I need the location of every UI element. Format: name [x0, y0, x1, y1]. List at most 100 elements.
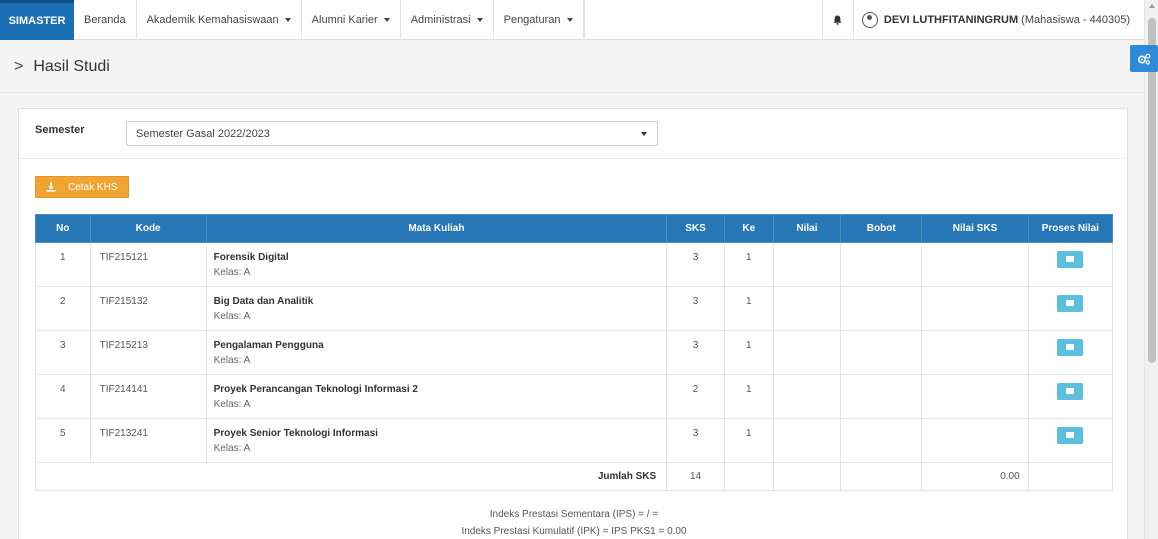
chevron-right-icon: >	[14, 57, 24, 75]
nav-item-pengaturan[interactable]: Pengaturan	[494, 0, 584, 40]
caret-down-icon	[284, 17, 291, 22]
vertical-scrollbar[interactable]	[1144, 0, 1158, 539]
cell-kode: TIF213241	[89, 418, 207, 463]
hasil-studi-card: Semester Semester Gasal 2022/2023 Cetak …	[18, 108, 1128, 539]
cell-no: 2	[35, 286, 91, 331]
column-header-nilai: Nilai	[772, 214, 842, 243]
caret-down-icon	[476, 17, 483, 22]
scroll-up-icon[interactable]	[1149, 4, 1155, 8]
bell-icon[interactable]	[821, 0, 854, 40]
download-icon	[46, 182, 56, 192]
proses-nilai-button[interactable]	[1057, 295, 1084, 312]
total-sks-label: Jumlah SKS	[34, 462, 668, 491]
cell-ke: 1	[723, 418, 774, 463]
avatar-icon	[861, 11, 878, 28]
table-header-row: No Kode Mata Kuliah SKS Ke Nilai Bobot N…	[35, 214, 1114, 243]
cell-nilai	[772, 418, 842, 463]
ipk-summary: Indeks Prestasi Kumulatif (IPK) = IPS PK…	[461, 526, 687, 537]
brand-logo[interactable]: SIMASTER	[0, 0, 74, 40]
cell-bobot	[840, 286, 923, 331]
nav-item-akademik-kemahasiswaan[interactable]: Akademik Kemahasiswaan	[137, 0, 302, 40]
cell-ke: 1	[723, 330, 774, 375]
cell-nilai	[772, 286, 842, 331]
column-header-mata-kuliah: Mata Kuliah	[205, 214, 668, 243]
cell-mata-kuliah: Proyek Perancangan Teknologi Informasi 2…	[205, 374, 668, 419]
column-header-ke: Ke	[723, 214, 774, 243]
cell-nilai	[772, 330, 842, 375]
cetak-khs-label: Cetak KHS	[68, 181, 118, 193]
cell-bobot	[840, 374, 923, 419]
cell-nilai-sks	[921, 242, 1029, 287]
course-name: Forensik Digital	[213, 252, 289, 263]
nav-spacer	[583, 0, 822, 40]
course-class: Kelas: A	[213, 399, 251, 410]
cell-nilai-sks	[921, 374, 1029, 419]
cell-mata-kuliah: Forensik Digital Kelas: A	[205, 242, 668, 287]
course-class: Kelas: A	[213, 355, 251, 366]
cell-no: 5	[35, 418, 91, 463]
cell-no: 3	[35, 330, 91, 375]
user-menu[interactable]: DEVI LUTHFITANINGRUM (Mahasiswa - 440305…	[854, 11, 1144, 28]
proses-nilai-button[interactable]	[1057, 339, 1084, 356]
nav-item-label: Alumni Karier	[311, 13, 378, 26]
semester-select-value: Semester Gasal 2022/2023	[136, 127, 270, 140]
nav-item-alumni-karier[interactable]: Alumni Karier	[302, 0, 401, 40]
nav-item-administrasi[interactable]: Administrasi	[401, 0, 494, 40]
hasil-studi-table: No Kode Mata Kuliah SKS Ke Nilai Bobot N…	[34, 214, 1114, 491]
cell-sks: 3	[666, 242, 725, 287]
cell-ke: 1	[723, 374, 774, 419]
cell-ke: 1	[723, 242, 774, 287]
course-name: Proyek Perancangan Teknologi Informasi 2	[213, 384, 418, 395]
cell-kode: TIF214141	[89, 374, 207, 419]
total-nilai-sks-value: 0.00	[921, 462, 1029, 491]
cell-kode: TIF215213	[89, 330, 207, 375]
nav-item-label: Pengaturan	[503, 13, 561, 26]
cell-nilai-sks	[921, 418, 1029, 463]
cell-nilai-sks	[921, 330, 1029, 375]
column-header-kode: Kode	[89, 214, 207, 243]
column-header-proses-nilai: Proses Nilai	[1027, 214, 1114, 243]
cell-proses-nilai	[1027, 374, 1114, 419]
cell-nilai-sks	[921, 286, 1029, 331]
nav-item-label: Akademik Kemahasiswaan	[146, 13, 279, 26]
cell-no: 1	[35, 242, 91, 287]
cell-kode: TIF215132	[89, 286, 207, 331]
proses-nilai-button[interactable]	[1057, 383, 1084, 400]
cetak-khs-button[interactable]: Cetak KHS	[35, 176, 129, 198]
settings-gear-button[interactable]	[1130, 45, 1158, 72]
cell-sks: 3	[666, 330, 725, 375]
column-header-bobot: Bobot	[840, 214, 923, 243]
cell-proses-nilai	[1027, 330, 1114, 375]
semester-select[interactable]: Semester Gasal 2022/2023	[126, 121, 658, 146]
table-total-row: Jumlah SKS 14 0.00	[34, 462, 1114, 491]
proses-nilai-button[interactable]	[1057, 251, 1084, 268]
cell-nilai	[772, 374, 842, 419]
semester-label: Semester	[35, 123, 85, 136]
course-name: Proyek Senior Teknologi Informasi	[213, 428, 378, 439]
cell-sks: 3	[666, 418, 725, 463]
cell-bobot	[840, 418, 923, 463]
nav-item-beranda[interactable]: Beranda	[74, 0, 137, 40]
nav-right: DEVI LUTHFITANINGRUM (Mahasiswa - 440305…	[821, 0, 1144, 40]
caret-down-icon	[641, 132, 647, 136]
cell-no: 4	[35, 374, 91, 419]
table-row: 4 TIF214141 Proyek Perancangan Teknologi…	[35, 374, 1114, 419]
ips-summary: Indeks Prestasi Sementara (IPS) = / =	[489, 509, 659, 520]
total-empty-ke	[723, 462, 774, 491]
cell-proses-nilai	[1027, 286, 1114, 331]
column-header-sks: SKS	[666, 214, 725, 243]
column-header-nilai-sks: Nilai SKS	[921, 214, 1029, 243]
cell-kode: TIF215121	[89, 242, 207, 287]
cell-sks: 2	[666, 374, 725, 419]
course-name: Big Data dan Analitik	[213, 296, 314, 307]
cell-mata-kuliah: Proyek Senior Teknologi Informasi Kelas:…	[205, 418, 668, 463]
total-empty-bobot	[840, 462, 923, 491]
proses-nilai-button[interactable]	[1057, 427, 1084, 444]
user-role: (Mahasiswa - 440305)	[1021, 13, 1130, 26]
course-class: Kelas: A	[213, 267, 251, 278]
cell-sks: 3	[666, 286, 725, 331]
semester-filter-row: Semester Semester Gasal 2022/2023	[19, 109, 1127, 159]
cell-mata-kuliah: Big Data dan Analitik Kelas: A	[205, 286, 668, 331]
table-row: 2 TIF215132 Big Data dan Analitik Kelas:…	[35, 286, 1114, 331]
course-class: Kelas: A	[213, 443, 251, 454]
